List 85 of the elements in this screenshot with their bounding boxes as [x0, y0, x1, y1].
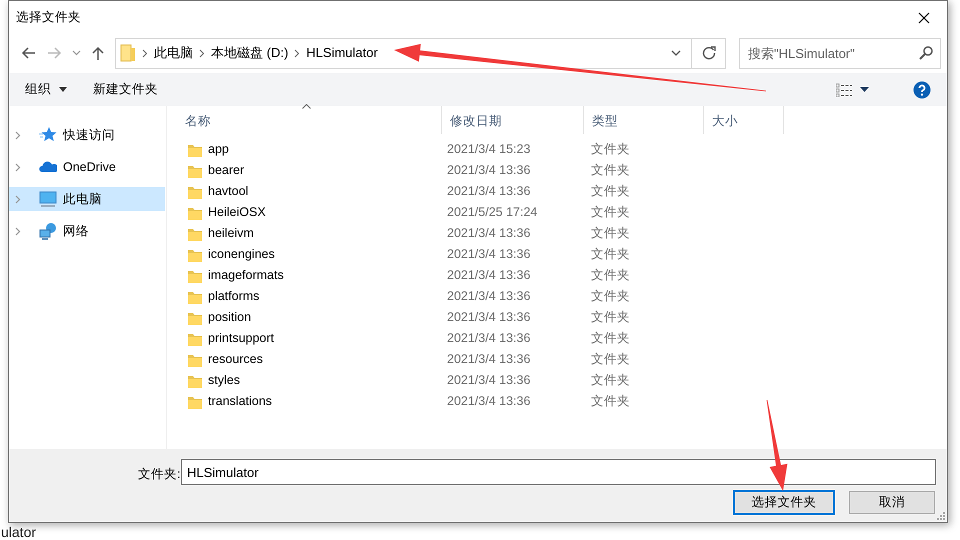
forward-arrow-icon	[46, 46, 62, 60]
type-cell-text: 文件夹	[590, 183, 631, 200]
type-cell-text: 文件夹	[590, 393, 631, 410]
refresh-icon	[702, 46, 716, 60]
file-name[interactable]: HeileiOSX	[208, 203, 266, 222]
date-cell-text: 2021/3/4 13:36	[446, 183, 532, 200]
chevron-down-icon	[671, 50, 681, 56]
file-name[interactable]: bearer	[208, 161, 244, 180]
column-header[interactable]: 名称	[167, 106, 442, 134]
search-icon	[919, 46, 933, 60]
up-arrow-icon	[91, 46, 105, 60]
column-header[interactable]: 类型	[584, 106, 704, 134]
date-cell-text: 2021/3/4 13:36	[446, 330, 532, 348]
organize-dropdown-button[interactable]: 组织	[19, 78, 73, 101]
caret-icon	[860, 87, 869, 92]
back-arrow-icon	[20, 46, 36, 60]
folder-label: 文件夹:	[138, 466, 180, 483]
type-cell-text: 文件夹	[590, 351, 631, 368]
breadcrumb-item[interactable]: 本地磁盘 (D:)	[211, 43, 288, 63]
sidebar-item[interactable]: OneDrive	[9, 155, 165, 179]
file-name[interactable]: printsupport	[208, 329, 274, 348]
chevron-right-icon	[294, 48, 300, 58]
help-icon	[913, 80, 931, 98]
type-cell-text: 文件夹	[590, 225, 631, 242]
date-cell-text: 2021/3/4 13:36	[446, 162, 532, 180]
breadcrumb-item[interactable]: 此电脑	[154, 43, 193, 63]
address-bar[interactable]: 此电脑 本地磁盘 (D:) HLSimulator	[115, 38, 726, 68]
type-cell-text: 文件夹	[590, 267, 631, 284]
file-name[interactable]: translations	[208, 392, 272, 411]
background-text: ulator	[1, 524, 36, 540]
chevron-right-icon	[15, 130, 21, 140]
type-cell-text: 文件夹	[590, 204, 631, 222]
sidebar-item[interactable]: 网络	[9, 219, 165, 243]
date-cell-text: 2021/3/4 13:36	[446, 288, 532, 306]
type-cell-text: 文件夹	[590, 141, 631, 158]
type-cell-text: 文件夹	[590, 309, 631, 326]
file-name[interactable]: havtool	[208, 182, 248, 201]
type-cell-text: 文件夹	[590, 372, 631, 390]
sidebar-item[interactable]: 此电脑	[9, 187, 165, 211]
date-cell-text: 2021/3/4 15:23	[446, 141, 532, 158]
computer-icon	[39, 190, 57, 208]
view-list-icon	[836, 82, 852, 96]
sort-ascending-icon	[302, 104, 311, 109]
toolbar-button[interactable]: 新建文件夹	[87, 78, 164, 101]
file-name[interactable]: app	[208, 140, 229, 159]
cancel-button[interactable]: 取消	[849, 491, 935, 514]
type-cell-text: 文件夹	[590, 162, 631, 180]
file-name[interactable]: resources	[208, 350, 263, 369]
column-header[interactable]: 修改日期	[442, 106, 584, 134]
date-cell-text: 2021/3/4 13:36	[446, 246, 532, 264]
chevron-right-icon	[15, 194, 21, 204]
type-cell-text: 文件夹	[590, 246, 631, 264]
network-icon	[39, 222, 57, 240]
breadcrumb-item[interactable]: HLSimulator	[306, 43, 378, 63]
date-cell-text: 2021/3/4 13:36	[446, 372, 532, 390]
chevron-right-icon	[15, 162, 21, 172]
date-cell-text: 2021/3/4 13:36	[446, 351, 532, 368]
type-cell-text: 文件夹	[590, 330, 631, 348]
file-name[interactable]: heileivm	[208, 224, 254, 243]
date-cell-text: 2021/3/4 13:36	[446, 267, 532, 284]
file-name[interactable]: imageformats	[208, 266, 284, 285]
file-name[interactable]: iconengines	[208, 245, 275, 264]
date-cell-text: 2021/3/4 13:36	[446, 393, 532, 410]
caret-icon	[59, 87, 67, 92]
date-cell-text: 2021/3/4 13:36	[446, 309, 532, 326]
close-icon	[918, 12, 930, 24]
chevron-right-icon	[199, 48, 205, 58]
column-header[interactable]: 大小	[704, 106, 784, 134]
search-field[interactable]: 搜索"HLSimulator"	[739, 38, 941, 68]
star-icon	[39, 126, 57, 144]
date-cell-text: 2021/5/25 17:24	[446, 204, 538, 222]
file-name[interactable]: platforms	[208, 287, 260, 306]
folder-icon	[120, 44, 136, 62]
chevron-right-icon	[142, 48, 148, 58]
file-name[interactable]: styles	[208, 371, 240, 390]
chevron-right-icon	[15, 226, 21, 236]
select-folder-button[interactable]: 选择文件夹	[733, 490, 835, 515]
resize-grip-icon	[936, 511, 945, 520]
folder-name-field[interactable]: HLSimulator	[181, 459, 936, 485]
date-cell-text: 2021/3/4 13:36	[446, 225, 532, 242]
sidebar-item[interactable]: 快速访问	[9, 123, 165, 147]
chevron-down-icon	[72, 50, 80, 56]
window-title: 选择文件夹	[16, 9, 82, 26]
type-cell-text: 文件夹	[590, 288, 631, 306]
file-name[interactable]: position	[208, 308, 252, 327]
